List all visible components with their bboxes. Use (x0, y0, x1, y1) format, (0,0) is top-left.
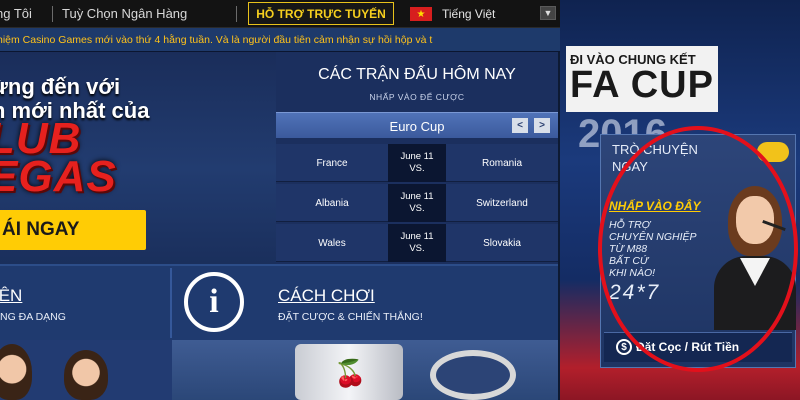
feature-divider (170, 268, 172, 338)
news-ticker: hiệm Casino Games mới vào thứ 4 hằng tuầ… (0, 28, 560, 52)
match-vs: VS. (409, 243, 425, 254)
matches-title: CÁC TRẬN ĐẤU HÔM NAY (318, 66, 516, 83)
nav-separator (52, 6, 53, 22)
chat-click-here-link[interactable]: NHẤP VÀO ĐÂY (609, 199, 701, 213)
match-vs: VS. (409, 163, 425, 174)
competition-bar: Euro Cup < > (276, 112, 558, 138)
live-casino-link[interactable]: IÊN (0, 286, 22, 306)
away-team: Switzerland (476, 197, 528, 209)
cherry-icon: 🍒 (334, 358, 367, 388)
chat-title: TRÒ CHUYỆN NGAY (612, 142, 698, 174)
flag-vietnam-icon: ★ (410, 7, 432, 21)
chat-text-line: BẤT CỨ (609, 255, 649, 267)
language-selector[interactable]: ★ Tiếng Việt ▼ (410, 3, 558, 25)
match-date: June 11 (400, 231, 434, 242)
nav-separator (236, 6, 237, 22)
home-team: Albania (315, 197, 349, 209)
fa-cup-title: FA CUP (570, 64, 714, 106)
match-vs: VS. (409, 203, 425, 214)
live-support-button[interactable]: HỖ TRỢ TRỰC TUYẾN (248, 2, 394, 25)
match-row[interactable]: Albania June 11 VS. Switzerland (276, 184, 558, 222)
match-date: June 11 (400, 151, 434, 162)
match-row[interactable]: France June 11 VS. Romania (276, 144, 558, 182)
nav-link-about[interactable]: ng Tôi (0, 6, 32, 21)
hero-promo-banner[interactable]: ừng đến với n mới nhất của LUB EGAS ÁI N… (0, 52, 276, 264)
home-team: France (316, 157, 348, 169)
chat-bubble-icon (757, 142, 789, 162)
dollar-icon: $ (616, 339, 632, 355)
info-icon[interactable]: i (184, 272, 244, 332)
language-label: Tiếng Việt (442, 7, 496, 21)
join-now-button[interactable]: ÁI NGAY (0, 210, 146, 250)
away-team: Slovakia (483, 237, 521, 249)
chat-text-line: HỖ TRỢ (609, 219, 651, 231)
chat-text-line: KHI NÀO! (609, 267, 656, 279)
next-competition-button[interactable]: > (534, 118, 550, 133)
agent-face (736, 196, 774, 244)
chat-text-line: TỪ M88 (609, 243, 648, 255)
deposit-withdraw-link[interactable]: Đặt Cọc / Rút Tiền (636, 340, 739, 354)
chat-hours: 24*7 (609, 281, 661, 304)
away-team: Romania (481, 157, 523, 169)
chevron-down-icon[interactable]: ▼ (540, 6, 556, 20)
support-agent-image (712, 180, 796, 330)
dealer-image[interactable] (64, 350, 108, 400)
slot-reel-image (430, 350, 516, 400)
chat-text-line: CHUYÊN NGHIỆP (609, 231, 697, 243)
hero-brand-line-2: EGAS (0, 152, 117, 201)
how-to-play-link[interactable]: CÁCH CHƠI (278, 286, 375, 306)
nav-link-banking-options[interactable]: Tuỳ Chọn Ngân Hàng (62, 6, 187, 21)
hero-line-1: ừng đến với (0, 74, 121, 99)
match-row[interactable]: Wales June 11 VS. Slovakia (276, 224, 558, 262)
how-to-play-subtitle: ĐẶT CƯỢC & CHIẾN THẮNG! (278, 311, 423, 323)
match-time: June 11 VS. (388, 184, 446, 222)
ticker-text: hiệm Casino Games mới vào thứ 4 hằng tuầ… (0, 34, 433, 46)
live-casino-subtitle: NG ĐA DẠNG (0, 311, 66, 323)
match-date: June 11 (400, 191, 434, 202)
matches-subtitle: NHẤP VÀO ĐỂ CƯỢC (369, 92, 465, 102)
match-time: June 11 VS. (388, 144, 446, 182)
prev-competition-button[interactable]: < (512, 118, 528, 133)
home-team: Wales (318, 237, 346, 249)
match-time: June 11 VS. (388, 224, 446, 262)
todays-matches-panel: CÁC TRẬN ĐẤU HÔM NAY NHẤP VÀO ĐỂ CƯỢC Eu… (276, 52, 558, 264)
